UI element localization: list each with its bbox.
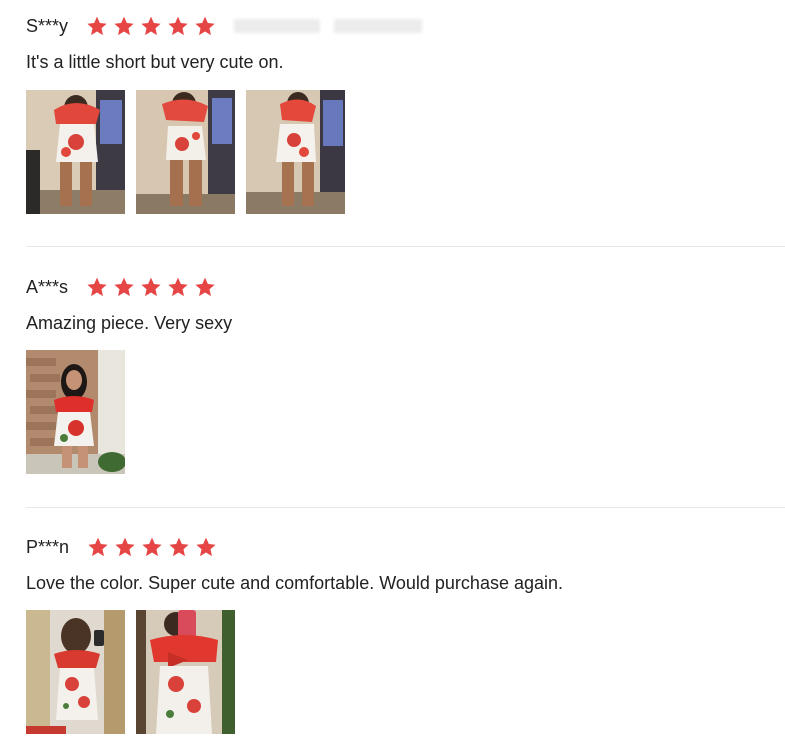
star-icon — [87, 536, 109, 558]
review-photo[interactable] — [26, 90, 125, 214]
review-photo[interactable] — [136, 610, 235, 734]
star-icon — [140, 276, 162, 298]
star-icon — [167, 15, 189, 37]
review-photo[interactable] — [136, 90, 235, 214]
reviewer-name: P***n — [26, 537, 70, 557]
star-icon — [86, 276, 108, 298]
review-photo[interactable] — [246, 90, 345, 214]
review-photos — [26, 350, 125, 474]
star-icon — [140, 15, 162, 37]
star-icon — [194, 276, 216, 298]
star-icon — [113, 276, 135, 298]
review-item: A***s Amazing piece. Very sexy — [26, 273, 785, 479]
star-icon — [114, 536, 136, 558]
review-divider — [26, 246, 785, 247]
blurred-info — [334, 19, 423, 33]
review-divider — [26, 507, 785, 508]
review-photo[interactable] — [26, 350, 125, 474]
star-icon — [141, 536, 163, 558]
review-photo[interactable] — [26, 610, 125, 734]
reviewer-name: A***s — [26, 277, 69, 297]
star-icon — [195, 536, 217, 558]
review-item: P***n Love the color. Super cute and com… — [26, 533, 785, 753]
star-icon — [113, 15, 135, 37]
star-icon — [194, 15, 216, 37]
review-photos — [26, 610, 235, 734]
reviewer-name: S***y — [26, 16, 69, 36]
blurred-meta — [234, 19, 423, 33]
blurred-info — [234, 19, 321, 33]
review-header: P***n — [26, 533, 217, 561]
review-item: S***y It's a little short but very cute … — [26, 12, 785, 218]
star-icon — [167, 276, 189, 298]
review-header: A***s — [26, 273, 216, 301]
review-text: Love the color. Super cute and comfortab… — [26, 573, 564, 593]
star-icon — [168, 536, 190, 558]
star-rating — [87, 536, 217, 558]
review-text: It's a little short but very cute on. — [26, 52, 284, 72]
star-rating — [86, 276, 216, 298]
review-header: S***y — [26, 12, 423, 40]
review-text: Amazing piece. Very sexy — [26, 313, 233, 333]
star-rating — [86, 15, 216, 37]
review-photos — [26, 90, 345, 214]
star-icon — [86, 15, 108, 37]
